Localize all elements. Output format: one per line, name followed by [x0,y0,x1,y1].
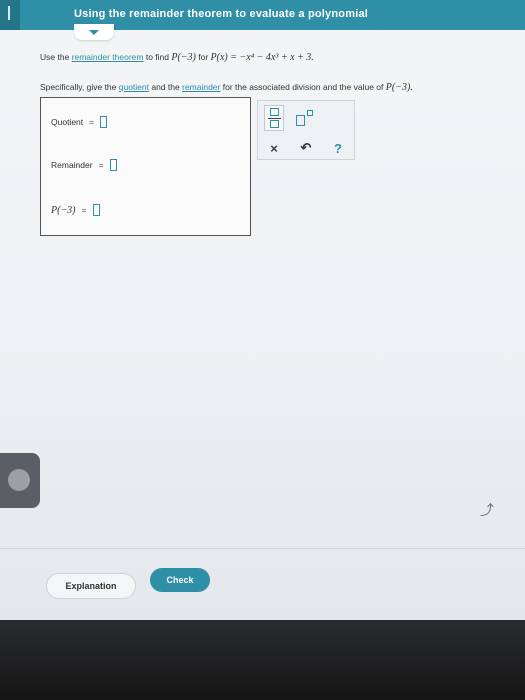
link-remainder[interactable]: remainder [182,82,220,92]
text: for [195,52,211,62]
menu-icon[interactable] [0,0,20,30]
problem-line-1: Use the remainder theorem to find P(−3) … [40,50,510,65]
p-value-input[interactable] [92,204,100,216]
problem-line-2: Specifically, give the quotient and the … [40,80,413,95]
remainder-row: Remainder = [51,159,117,171]
quotient-row: Quotient = [51,116,108,128]
undo-button[interactable]: ↶ [296,140,316,156]
math-target-2: P(−3). [385,82,413,93]
equals-sign: = [98,160,104,170]
text: for the associated division and the valu… [220,82,386,92]
p-value-label: P(−3) [51,204,76,216]
collapse-header-button[interactable] [74,24,114,40]
equals-sign: = [81,205,87,215]
chevron-down-icon [89,29,99,35]
quotient-label: Quotient [51,117,84,127]
explanation-button[interactable]: Explanation [46,573,136,599]
text: Specifically, give the [40,82,119,92]
page-title: Using the remainder theorem to evaluate … [74,8,369,20]
link-quotient[interactable]: quotient [119,82,149,92]
fraction-tool-button[interactable] [264,105,284,131]
help-button[interactable]: ? [328,141,348,156]
fraction-bar-icon [268,118,281,119]
exponent-base-icon [296,115,305,126]
problem-statement: Use the remainder theorem to find P(−3) … [40,50,510,93]
text: Use the [40,52,72,62]
cursor-mark-icon: ⤴ [480,502,494,518]
screen-bezel [0,620,525,700]
math-target: P(−3) [171,52,196,63]
text: and the [149,82,183,92]
toolbox-actions: × ↶ ? [258,137,354,159]
p-value-row: P(−3) = [51,204,100,216]
text: to find [143,52,172,62]
math-polynomial: P(x) = −x⁴ − 4x³ + x + 3. [210,52,314,63]
side-handle-icon[interactable] [0,453,40,508]
quotient-input[interactable] [100,116,108,128]
clear-button[interactable]: × [264,141,284,156]
fraction-denominator-icon [270,120,279,128]
exponent-power-icon [307,110,313,116]
screen: Using the remainder theorem to evaluate … [0,0,525,620]
equals-sign: = [89,117,95,127]
fraction-numerator-icon [270,108,279,116]
answer-box: Quotient = Remainder = P(−3) = [40,97,251,236]
link-remainder-theorem[interactable]: remainder theorem [72,52,144,62]
check-button[interactable]: Check [150,568,210,592]
math-toolbox: × ↶ ? [257,100,355,160]
remainder-input[interactable] [109,159,117,171]
exponent-tool-button[interactable] [296,109,316,129]
remainder-label: Remainder [51,160,93,170]
footer-divider [0,548,525,549]
